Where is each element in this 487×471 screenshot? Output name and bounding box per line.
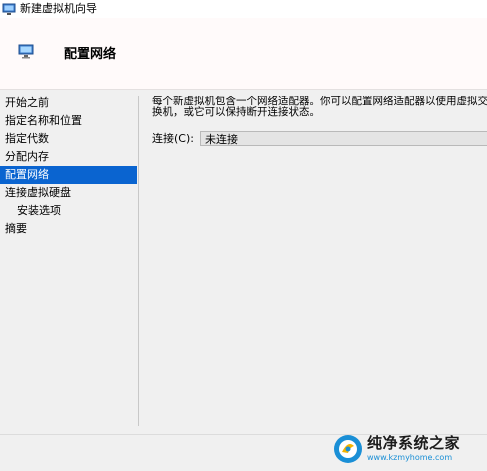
- wizard-header: 配置网络: [0, 18, 487, 90]
- window-title: 新建虚拟机向导: [20, 2, 97, 15]
- watermark-logo-icon: [333, 434, 363, 464]
- nav-item-summary[interactable]: 摘要: [0, 220, 137, 238]
- title-bar: 新建虚拟机向导: [0, 0, 487, 18]
- nav-item-memory[interactable]: 分配内存: [0, 148, 137, 166]
- site-watermark: 纯净系统之家 www.kzmyhome.com: [333, 430, 483, 468]
- nav-item-name-and-location[interactable]: 指定名称和位置: [0, 112, 137, 130]
- nav-item-generation[interactable]: 指定代数: [0, 130, 137, 148]
- nav-item-virtual-disk[interactable]: 连接虚拟硬盘: [0, 184, 137, 202]
- network-monitor-icon: [18, 43, 34, 59]
- nav-divider: [138, 96, 139, 426]
- watermark-title: 纯净系统之家: [367, 434, 461, 452]
- watermark-url: www.kzmyhome.com: [367, 453, 453, 462]
- hyperv-app-icon: [2, 2, 16, 16]
- nav-item-install-options[interactable]: 安装选项: [0, 202, 137, 220]
- page-title: 配置网络: [64, 47, 117, 62]
- wizard-nav: 开始之前 指定名称和位置 指定代数 分配内存 配置网络 连接虚拟硬盘 安装选项 …: [0, 94, 137, 430]
- connection-row: 连接(C): 未连接: [152, 130, 487, 146]
- nav-item-before-you-begin[interactable]: 开始之前: [0, 94, 137, 112]
- nav-item-networking[interactable]: 配置网络: [0, 166, 137, 184]
- network-description: 每个新虚拟机包含一个网络适配器。你可以配置网络适配器以使用虚拟交换机，或它可以保…: [152, 96, 487, 118]
- connection-dropdown[interactable]: 未连接: [199, 130, 487, 146]
- content-pane: 每个新虚拟机包含一个网络适配器。你可以配置网络适配器以使用虚拟交换机，或它可以保…: [152, 96, 487, 426]
- new-vm-wizard-window: 新建虚拟机向导 配置网络 开始之前 指定名称和位置 指定代数 分配内存 配置网络…: [0, 0, 487, 471]
- connection-dropdown-value: 未连接: [204, 132, 238, 146]
- connection-label: 连接(C):: [152, 132, 194, 145]
